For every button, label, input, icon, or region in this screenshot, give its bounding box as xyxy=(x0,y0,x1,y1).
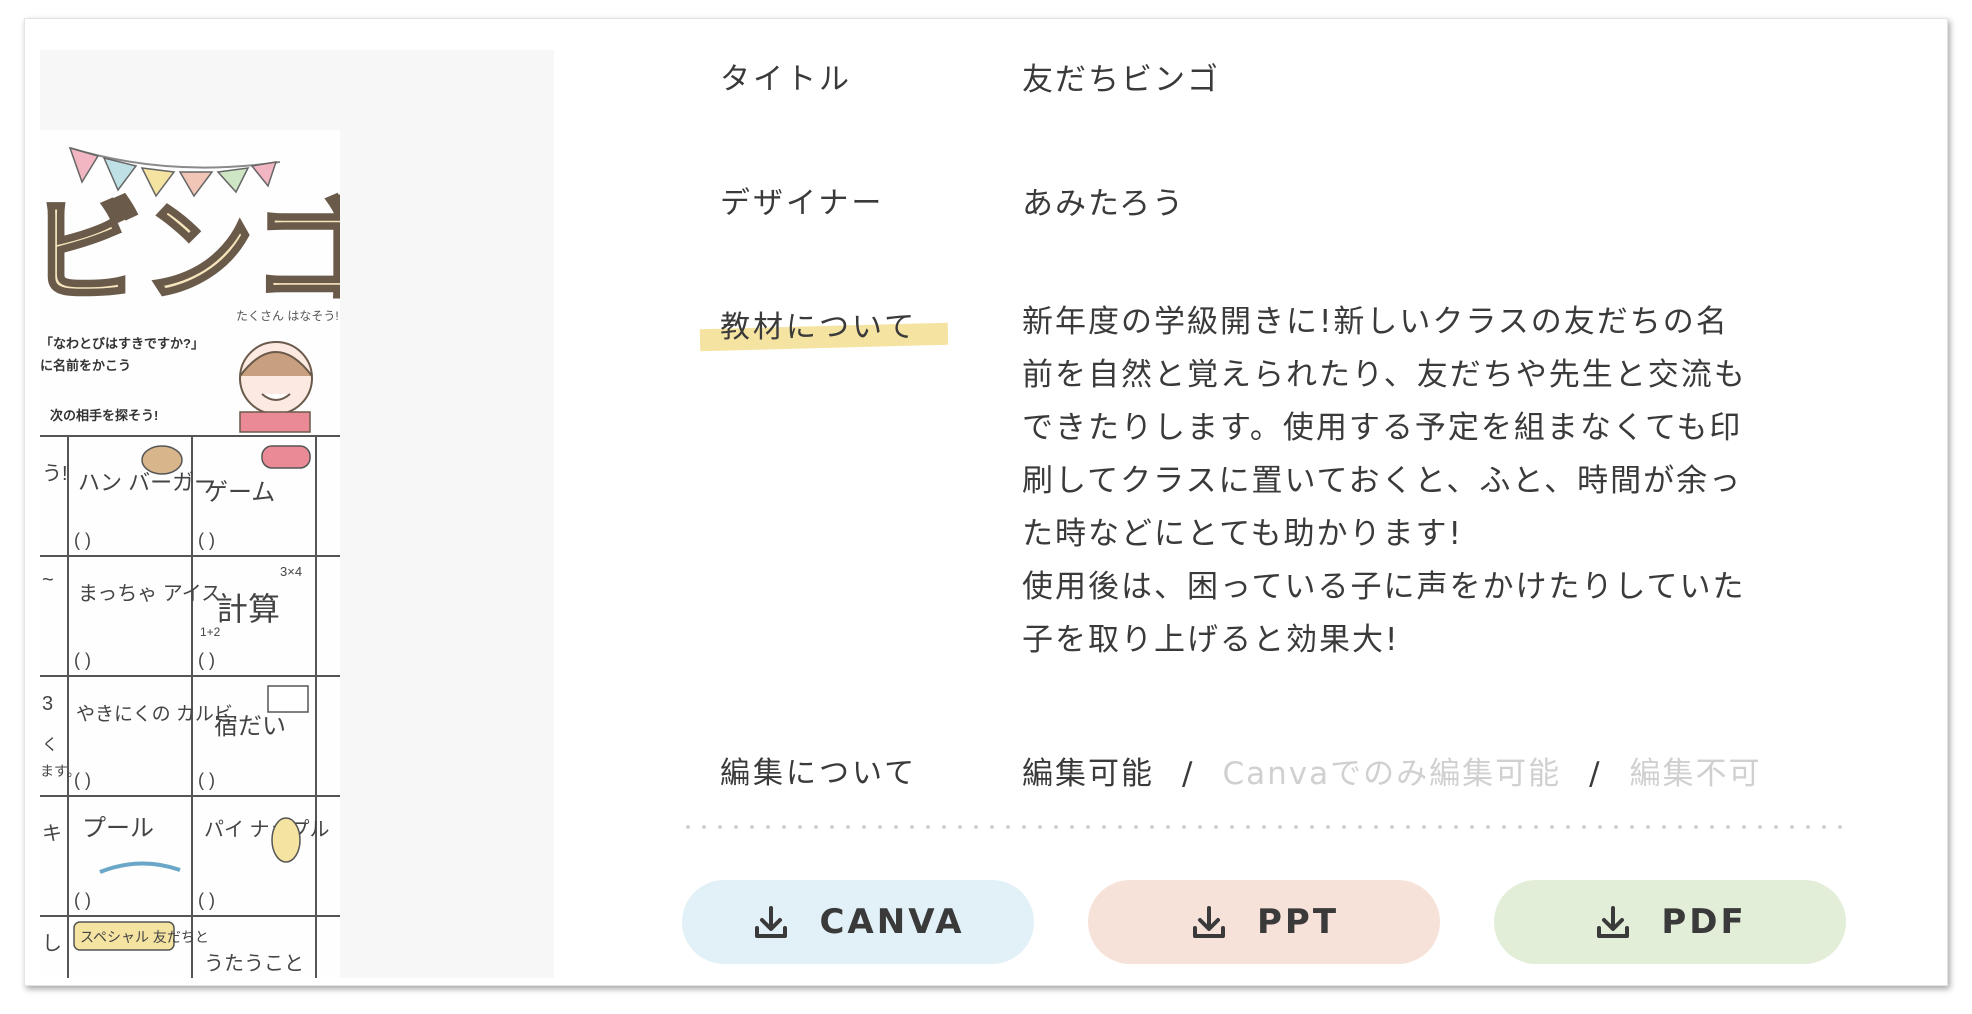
math-label: 1+2 xyxy=(200,625,221,639)
bingo-cell-paren: ( ) xyxy=(74,770,91,790)
bunting-flag xyxy=(68,146,100,184)
download-ppt-label: PPT xyxy=(1256,902,1340,942)
about-label-text: 教材について xyxy=(720,310,918,345)
bunting-string xyxy=(69,147,281,169)
bunting-flag xyxy=(250,161,278,188)
left-fragment: ~ xyxy=(42,569,54,591)
thumbnail-bubble: たくさん はなそう! xyxy=(236,309,339,323)
bingo-cell-text: ゲーム xyxy=(204,479,275,506)
left-fragment: 3 xyxy=(42,693,53,715)
bingo-cell-paren: ( ) xyxy=(198,530,215,550)
edit-option-editable: 編集可能 xyxy=(1022,756,1154,792)
thumbnail-line3: 次の相手を探そう! xyxy=(50,408,158,423)
bingo-cell-paren: ( ) xyxy=(198,890,215,910)
bingo-cell-text: スペシャル 友だちと xyxy=(80,929,209,945)
game-controller-icon xyxy=(261,445,311,469)
edit-label: 編集について xyxy=(720,756,918,791)
bingo-sheet-thumbnail[interactable]: ビンゴ たくさん はなそう! 「なわとびはすきですか?」 に名前をかこう 次の相… xyxy=(40,130,340,978)
about-description: 新年度の学級開きに!新しいクラスの友だちの名 前を自然と覚えられたり、友だちや先… xyxy=(1022,304,1747,658)
bingo-cell-paren: ( ) xyxy=(74,530,91,550)
thumbnail-line2: に名前をかこう xyxy=(40,358,131,373)
bingo-cell-text: プール xyxy=(82,815,154,842)
bingo-cell-text: やきにくの カルビ xyxy=(76,703,233,725)
edit-option-canva-only: Canvaでのみ編集可能 xyxy=(1222,756,1562,792)
designer-label: デザイナー xyxy=(720,186,885,221)
edit-option-not-editable: 編集不可 xyxy=(1629,756,1762,792)
edit-separator: / xyxy=(1182,756,1195,792)
left-fragment: し xyxy=(42,933,62,955)
edit-options: 編集可能 / Canvaでのみ編集可能 / 編集不可 xyxy=(1022,748,1762,793)
bingo-cell-text: 計算 xyxy=(216,591,280,627)
title-value: 友だちビンゴ xyxy=(1022,62,1220,98)
title-label: タイトル xyxy=(720,62,852,97)
book-icon xyxy=(267,685,309,713)
download-canva-button[interactable]: CANVA xyxy=(682,880,1034,964)
left-fragment: キ xyxy=(42,823,62,845)
bingo-cell-paren: ( ) xyxy=(198,770,215,790)
pool-water-icon xyxy=(99,861,181,874)
download-icon xyxy=(1597,906,1630,938)
download-ppt-button[interactable]: PPT xyxy=(1088,880,1440,964)
download-pdf-button[interactable]: PDF xyxy=(1494,880,1846,964)
designer-value[interactable]: あみたろう xyxy=(1022,178,1185,223)
left-fragment: う! xyxy=(42,463,68,485)
download-icon xyxy=(1192,906,1225,938)
download-canva-label: CANVA xyxy=(819,902,965,942)
download-pdf-label: PDF xyxy=(1661,902,1747,942)
bingo-cell-paren: ( ) xyxy=(198,650,215,670)
bingo-cell-paren: ( ) xyxy=(74,890,91,910)
bingo-cell-text: うたうこと xyxy=(204,953,304,975)
dotted-divider xyxy=(680,824,1850,830)
about-label: 教材について xyxy=(699,302,949,352)
left-fragment: く xyxy=(42,737,58,754)
thumbnail-title: ビンゴ xyxy=(40,189,340,314)
burger-icon xyxy=(141,445,183,475)
edit-separator: / xyxy=(1589,756,1602,792)
bingo-cell-text: ハン バーガー xyxy=(78,470,216,495)
thumbnail-question: 「なわとびはすきですか?」 xyxy=(40,336,204,351)
bingo-cell-text: 宿だい xyxy=(214,713,286,740)
download-icon xyxy=(755,906,788,938)
bingo-cell-text: パイ ナップル xyxy=(204,819,330,841)
math-label: 3×4 xyxy=(280,564,302,579)
girl-shirt xyxy=(239,411,311,433)
bingo-cell-text: まっちゃ アイス xyxy=(78,583,221,605)
bingo-cell-paren: ( ) xyxy=(74,650,91,670)
pineapple-icon xyxy=(271,817,301,863)
